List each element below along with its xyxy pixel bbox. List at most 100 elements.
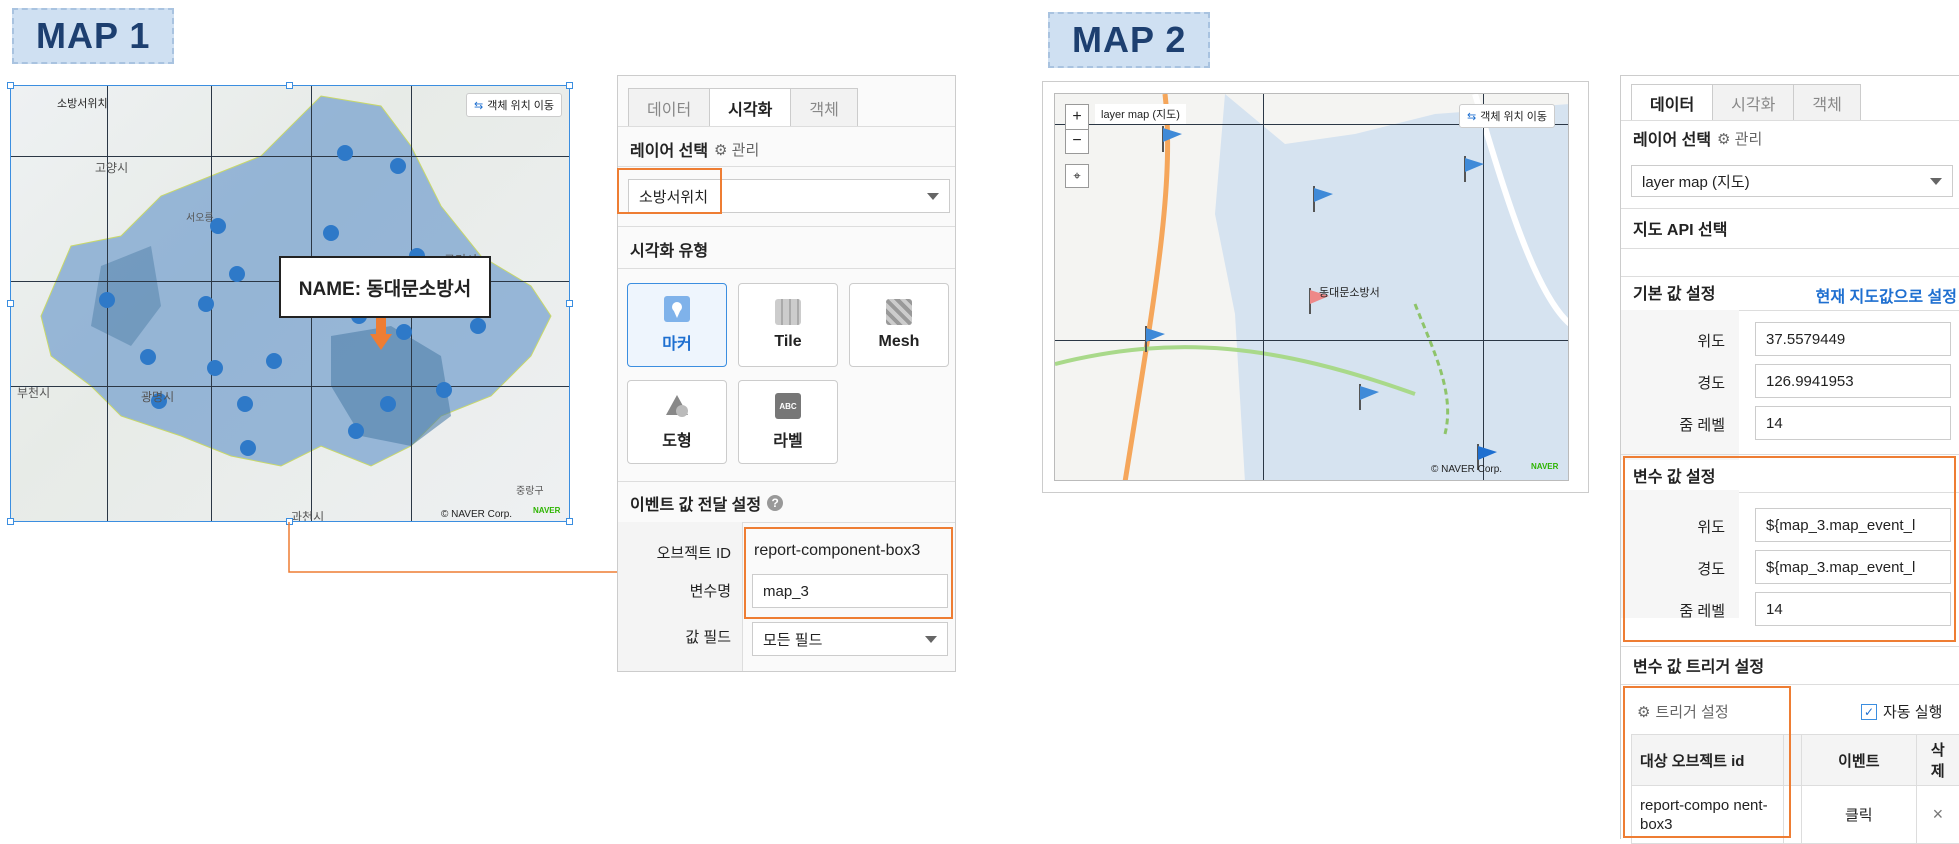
naver-logo: NAVER bbox=[1531, 462, 1558, 471]
chevron-down-icon bbox=[927, 193, 939, 200]
column-header: 삭제 bbox=[1916, 735, 1959, 786]
place-label: 고양시 bbox=[95, 159, 128, 176]
map-marker-dot[interactable] bbox=[470, 318, 486, 334]
divider bbox=[618, 481, 955, 482]
manage-button[interactable]: ⚙ 관리 bbox=[714, 139, 759, 160]
manage-label: 관리 bbox=[732, 142, 760, 159]
help-icon[interactable]: ? bbox=[767, 495, 783, 511]
flag-marker-icon[interactable] bbox=[1462, 156, 1484, 182]
map-marker-dot[interactable] bbox=[229, 266, 245, 282]
panel2-tabs: 데이터 시각화 객체 bbox=[1631, 84, 1860, 120]
resize-handle[interactable] bbox=[7, 518, 14, 525]
marker-tooltip: NAME: 동대문소방서 bbox=[279, 256, 491, 318]
map2-canvas[interactable]: + − ⌖ layer map (지도) ⇆ 객체 위치 이동 동대문소방서 ©… bbox=[1054, 93, 1569, 481]
map-marker-dot[interactable] bbox=[323, 225, 339, 241]
move-icon: ⇆ bbox=[474, 99, 483, 112]
place-label: 광명시 bbox=[141, 388, 174, 405]
layer-select[interactable]: layer map (지도) bbox=[1631, 165, 1953, 197]
map-marker-dot[interactable] bbox=[140, 349, 156, 365]
flag-marker-icon[interactable] bbox=[1160, 126, 1182, 152]
map-marker-dot[interactable] bbox=[240, 440, 256, 456]
viz-tile-button[interactable]: Tile bbox=[738, 283, 838, 367]
abc-icon: ABC bbox=[775, 393, 801, 419]
map-marker-dot[interactable] bbox=[337, 145, 353, 161]
viz-marker-button[interactable]: 마커 bbox=[627, 283, 727, 367]
map-marker-dot[interactable] bbox=[198, 296, 214, 312]
tab-visualization[interactable]: 시각화 bbox=[1712, 84, 1794, 120]
tab-data[interactable]: 데이터 bbox=[1631, 84, 1713, 120]
zoom-in-button[interactable]: + bbox=[1066, 105, 1088, 129]
move-object-button[interactable]: ⇆ 객체 위치 이동 bbox=[466, 93, 562, 117]
zoom-input[interactable]: 14 bbox=[1755, 406, 1951, 440]
tab-visualization[interactable]: 시각화 bbox=[709, 88, 791, 126]
default-value-heading: 기본 값 설정 bbox=[1621, 278, 1728, 306]
flag-marker-icon[interactable] bbox=[1311, 186, 1333, 212]
divider bbox=[1621, 248, 1959, 249]
divider bbox=[1621, 276, 1959, 277]
divider bbox=[1621, 646, 1959, 647]
auto-run-toggle[interactable]: ✓ 자동 실행 bbox=[1861, 701, 1942, 722]
map-marker-dot[interactable] bbox=[99, 292, 115, 308]
panel1-tabs: 데이터 시각화 객체 bbox=[628, 88, 857, 126]
lng-input[interactable]: 126.9941953 bbox=[1755, 364, 1951, 398]
resize-handle[interactable] bbox=[286, 82, 293, 89]
zoom-label: 줌 레벨 bbox=[1621, 414, 1725, 435]
resize-handle[interactable] bbox=[7, 300, 14, 307]
resize-handle[interactable] bbox=[566, 300, 573, 307]
tab-object[interactable]: 객체 bbox=[790, 88, 857, 126]
divider bbox=[742, 522, 743, 671]
map-marker-dot[interactable] bbox=[348, 423, 364, 439]
location-pin-icon[interactable]: ⌖ bbox=[1065, 164, 1089, 188]
tab-data[interactable]: 데이터 bbox=[628, 88, 710, 126]
viz-shape-button[interactable]: 도형 bbox=[627, 380, 727, 464]
flag-marker-icon[interactable] bbox=[1357, 384, 1379, 410]
resize-handle[interactable] bbox=[7, 82, 14, 89]
lng-label: 경도 bbox=[1621, 372, 1725, 393]
layer-label: 소방서위치 bbox=[51, 93, 114, 113]
viz-label-button[interactable]: ABC 라벨 bbox=[738, 380, 838, 464]
zoom-out-button[interactable]: − bbox=[1066, 129, 1088, 154]
map-marker-dot[interactable] bbox=[390, 158, 406, 174]
map-marker-dot[interactable] bbox=[237, 396, 253, 412]
lat-input[interactable]: 37.5579449 bbox=[1755, 322, 1951, 356]
move-object-label: 객체 위치 이동 bbox=[1480, 108, 1547, 124]
checkbox-checked-icon[interactable]: ✓ bbox=[1861, 704, 1877, 720]
move-object-button[interactable]: ⇆ 객체 위치 이동 bbox=[1459, 104, 1555, 128]
delete-icon[interactable]: × bbox=[1916, 786, 1959, 844]
object-id-label: 오브젝트 ID bbox=[618, 542, 731, 563]
resize-handle[interactable] bbox=[566, 82, 573, 89]
var-name-label: 변수명 bbox=[618, 580, 731, 601]
viz-button-label: 도형 bbox=[662, 427, 691, 451]
layer-select-label: 레이어 선택 bbox=[1633, 126, 1711, 150]
highlight-box bbox=[1623, 456, 1956, 642]
map-marker-dot[interactable] bbox=[396, 324, 412, 340]
highlight-box bbox=[744, 527, 953, 619]
layer-select-heading: 레이어 선택 ⚙ 관리 bbox=[1621, 124, 1774, 152]
viz-button-label: 라벨 bbox=[773, 427, 802, 451]
map1-badge: MAP 1 bbox=[12, 8, 174, 64]
column-header: 이벤트 bbox=[1801, 735, 1916, 786]
map1-canvas[interactable]: 고양시 부천시 광명시 과천시 구리시 서오릉 중랑구 소방서위치 ⇆ 객체 위… bbox=[10, 85, 570, 522]
marker-label: 동대문소방서 bbox=[1319, 284, 1380, 300]
grid-line bbox=[11, 386, 569, 387]
map-marker-dot[interactable] bbox=[266, 353, 282, 369]
event-label: 이벤트 값 전달 설정 bbox=[630, 491, 761, 515]
viz-mesh-button[interactable]: Mesh bbox=[849, 283, 949, 367]
move-object-label: 객체 위치 이동 bbox=[487, 97, 554, 113]
map-marker-dot[interactable] bbox=[436, 382, 452, 398]
manage-button[interactable]: ⚙ 관리 bbox=[1717, 128, 1762, 149]
arrow-down-icon bbox=[370, 318, 392, 352]
event-cell: 클릭 bbox=[1801, 786, 1916, 844]
value-field-select[interactable]: 모든 필드 bbox=[752, 622, 948, 656]
divider bbox=[618, 166, 955, 167]
divider bbox=[618, 126, 955, 127]
set-current-map-link[interactable]: 현재 지도값으로 설정 bbox=[1816, 283, 1957, 307]
map-marker-dot[interactable] bbox=[207, 360, 223, 376]
mesh-icon bbox=[886, 299, 912, 325]
viz-type-heading: 시각화 유형 bbox=[618, 234, 720, 264]
viz-button-label: Tile bbox=[774, 333, 801, 351]
tab-object[interactable]: 객체 bbox=[1793, 84, 1860, 120]
flag-marker-icon[interactable] bbox=[1143, 326, 1165, 352]
value-field-value: 모든 필드 bbox=[763, 629, 822, 650]
map-marker-dot[interactable] bbox=[380, 396, 396, 412]
